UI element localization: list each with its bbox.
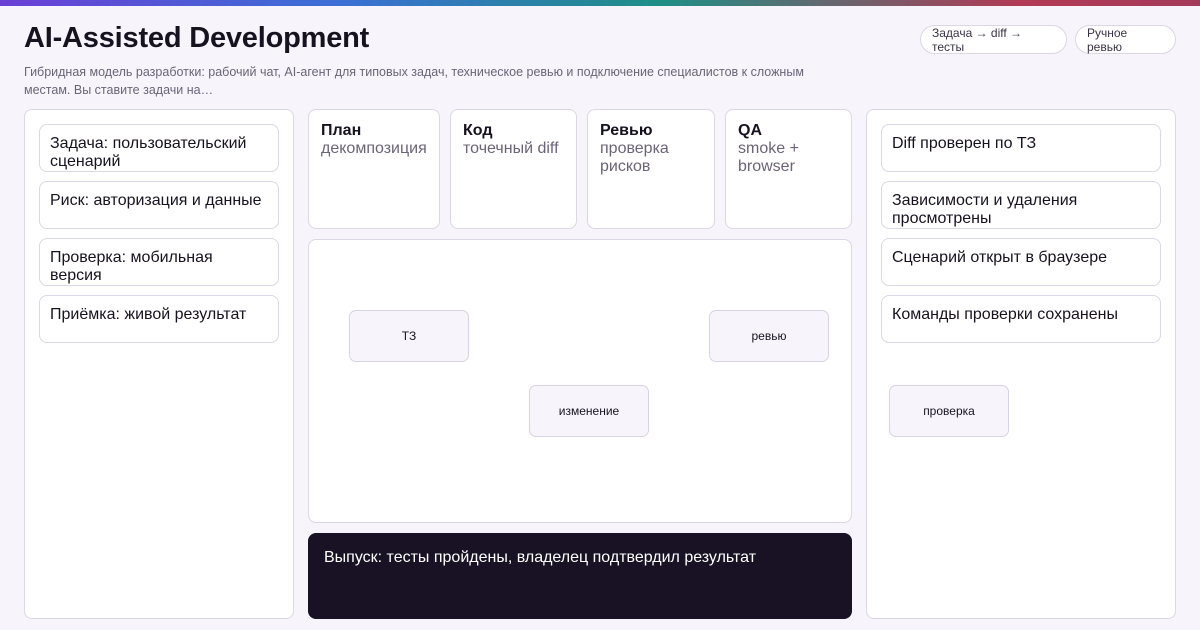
page-subtitle: Гибридная модель разработки: рабочий чат… <box>24 65 804 97</box>
step-desc: декомпозиция <box>321 140 427 157</box>
step-qa[interactable]: QA smoke + browser <box>725 109 852 229</box>
chip-task-diff-tests[interactable]: Задача → diff → тесты <box>920 25 1067 54</box>
right-card-label: Сценарий открыт в браузере <box>892 249 1108 266</box>
node-change[interactable]: изменение <box>529 385 649 437</box>
right-card-commands[interactable]: Команды проверки сохранены <box>881 295 1161 343</box>
left-card-check[interactable]: Проверка: мобильная версия <box>39 238 279 286</box>
step-plan[interactable]: План декомпозиция <box>308 109 440 229</box>
release-status-panel: Выпуск: тесты пройдены, владелец подтвер… <box>308 533 852 619</box>
step-desc: точечный diff <box>463 140 559 157</box>
step-desc: smoke + browser <box>738 140 799 175</box>
node-tz[interactable]: ТЗ <box>349 310 469 362</box>
left-card-label: Приёмка: живой результат <box>50 306 247 323</box>
left-card-label: Задача: пользовательский сценарий <box>50 135 247 170</box>
right-card-label: Diff проверен по ТЗ <box>892 135 1037 152</box>
step-title: Ревью <box>600 122 653 139</box>
right-card-scenario[interactable]: Сценарий открыт в браузере <box>881 238 1161 286</box>
right-card-label: Зависимости и удаления просмотрены <box>892 192 1078 227</box>
left-card-label: Проверка: мобильная версия <box>50 249 213 284</box>
right-card-dependencies[interactable]: Зависимости и удаления просмотрены <box>881 181 1161 229</box>
page-title: AI-Assisted Development <box>24 22 370 54</box>
step-review[interactable]: Ревью проверка рисков <box>587 109 715 229</box>
node-review[interactable]: ревью <box>709 310 829 362</box>
right-card-label: Команды проверки сохранены <box>892 306 1118 323</box>
step-title: План <box>321 122 362 139</box>
left-panel: Задача: пользовательский сценарий Риск: … <box>24 109 294 619</box>
flow-canvas <box>308 239 852 523</box>
step-title: Код <box>463 122 493 139</box>
release-text: Выпуск: тесты пройдены, владелец подтвер… <box>324 549 757 566</box>
chip-manual-review[interactable]: Ручное ревью <box>1075 25 1176 54</box>
left-card-task[interactable]: Задача: пользовательский сценарий <box>39 124 279 172</box>
step-code[interactable]: Код точечный diff <box>450 109 577 229</box>
step-title: QA <box>738 122 762 139</box>
left-card-label: Риск: авторизация и данные <box>50 192 262 209</box>
node-check[interactable]: проверка <box>889 385 1009 437</box>
top-gradient-bar <box>0 0 1200 6</box>
left-card-acceptance[interactable]: Приёмка: живой результат <box>39 295 279 343</box>
right-panel: Diff проверен по ТЗ Зависимости и удален… <box>866 109 1176 619</box>
right-card-diff[interactable]: Diff проверен по ТЗ <box>881 124 1161 172</box>
left-card-risk[interactable]: Риск: авторизация и данные <box>39 181 279 229</box>
step-desc: проверка рисков <box>600 140 669 175</box>
